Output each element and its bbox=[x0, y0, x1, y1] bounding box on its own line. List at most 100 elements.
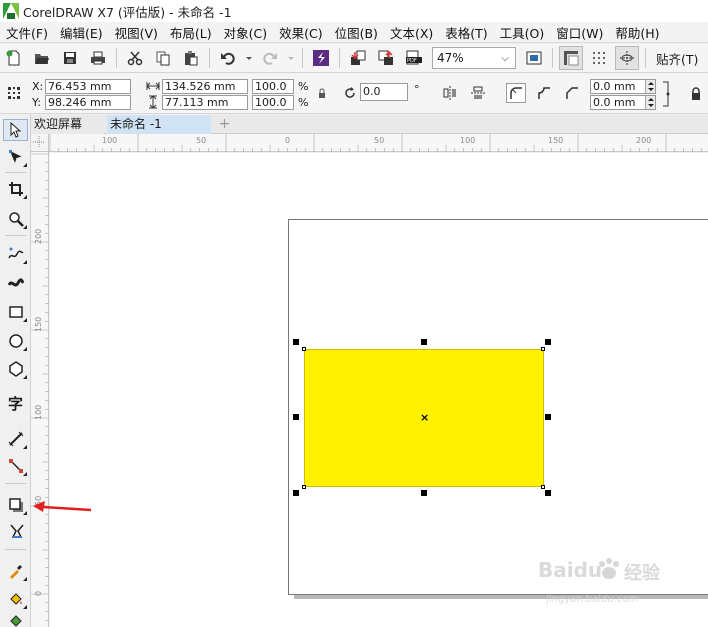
cut-button[interactable] bbox=[123, 46, 147, 70]
menu-file[interactable]: 文件(F) bbox=[0, 23, 54, 42]
height-field[interactable]: 77.113 mm bbox=[162, 95, 248, 110]
corner-radius-bottom-field[interactable]: 0.0 mm bbox=[590, 95, 656, 110]
selection-handle-middle-right[interactable] bbox=[545, 414, 551, 420]
ruler-h-label: 100 bbox=[102, 136, 118, 145]
selection-handle-middle-left[interactable] bbox=[293, 414, 299, 420]
publish-pdf-button[interactable]: PDF bbox=[402, 46, 426, 70]
undo-button[interactable] bbox=[216, 46, 240, 70]
object-origin-icon[interactable] bbox=[4, 83, 24, 103]
y-position-field[interactable]: 98.246 mm bbox=[45, 95, 131, 110]
freehand-tool[interactable] bbox=[3, 243, 28, 265]
horizontal-ruler[interactable]: 100 50 0 50 100 150 200 bbox=[49, 134, 708, 152]
lock-corners-button[interactable] bbox=[686, 84, 706, 104]
snap-to-dropdown[interactable]: 贴齐(T) bbox=[656, 49, 698, 68]
ruler-h-label: 50 bbox=[374, 136, 385, 145]
search-content-button[interactable] bbox=[309, 46, 333, 70]
guidelines-icon bbox=[620, 51, 634, 65]
eyedropper-icon bbox=[9, 565, 22, 579]
selection-handle-top-right[interactable] bbox=[545, 339, 551, 345]
artistic-media-tool[interactable] bbox=[3, 272, 28, 294]
show-rulers-button[interactable] bbox=[559, 46, 583, 70]
corner-lock-button[interactable] bbox=[660, 79, 672, 109]
tab-welcome-screen[interactable]: 欢迎屏幕 bbox=[31, 115, 104, 134]
selection-handle-top-middle[interactable] bbox=[421, 339, 427, 345]
rectangle-tool[interactable] bbox=[3, 301, 28, 323]
interactive-fill-tool[interactable] bbox=[3, 588, 28, 610]
rotation-angle-field[interactable]: 0.0 bbox=[360, 83, 408, 101]
pick-tool[interactable] bbox=[3, 119, 28, 141]
drop-shadow-tool[interactable] bbox=[3, 494, 28, 516]
print-icon bbox=[91, 51, 105, 65]
parallel-dimension-tool[interactable] bbox=[3, 428, 28, 450]
menu-window[interactable]: 窗口(W) bbox=[550, 23, 609, 42]
chamfered-corner-button[interactable] bbox=[562, 83, 582, 103]
crop-tool[interactable] bbox=[3, 178, 28, 200]
corner-radius-top-field[interactable]: 0.0 mm bbox=[590, 79, 656, 94]
eyedropper-tool[interactable] bbox=[3, 560, 28, 582]
zoom-tool[interactable] bbox=[3, 208, 28, 230]
menu-object[interactable]: 对象(C) bbox=[218, 23, 273, 42]
mirror-horizontal-button[interactable] bbox=[440, 83, 460, 103]
add-tab-button[interactable]: + bbox=[213, 115, 233, 134]
spinner-arrows-icon[interactable] bbox=[645, 96, 655, 109]
mirror-vertical-button[interactable] bbox=[468, 83, 488, 103]
round-corner-button[interactable] bbox=[506, 83, 526, 103]
menu-view[interactable]: 视图(V) bbox=[109, 23, 164, 42]
x-position-field[interactable]: 76.453 mm bbox=[45, 79, 131, 94]
menu-bitmaps[interactable]: 位图(B) bbox=[329, 23, 384, 42]
full-screen-preview-button[interactable] bbox=[522, 46, 546, 70]
export-button[interactable] bbox=[374, 46, 398, 70]
lock-ratio-button[interactable] bbox=[312, 84, 332, 104]
selection-handle-bottom-right[interactable] bbox=[545, 490, 551, 496]
selection-handle-top-left[interactable] bbox=[293, 339, 299, 345]
undo-dropdown-button[interactable] bbox=[244, 46, 254, 70]
import-button[interactable] bbox=[346, 46, 370, 70]
corner-node-top-left[interactable] bbox=[302, 347, 306, 351]
menu-effects[interactable]: 效果(C) bbox=[273, 23, 328, 42]
redo-dropdown-button[interactable] bbox=[286, 46, 296, 70]
selection-handle-bottom-middle[interactable] bbox=[421, 490, 427, 496]
connector-tool[interactable] bbox=[3, 455, 28, 477]
rotation-center-marker-icon[interactable]: × bbox=[420, 412, 429, 423]
transparency-tool[interactable] bbox=[3, 520, 28, 542]
scale-y-field[interactable]: 100.0 bbox=[252, 95, 294, 110]
menu-edit[interactable]: 编辑(E) bbox=[54, 23, 109, 42]
show-grid-button[interactable] bbox=[587, 46, 611, 70]
menu-help[interactable]: 帮助(H) bbox=[609, 23, 665, 42]
vertical-ruler[interactable]: 200 150 100 50 0 bbox=[31, 152, 49, 627]
menu-layout[interactable]: 布局(L) bbox=[164, 23, 218, 42]
redo-button[interactable] bbox=[258, 46, 282, 70]
polygon-tool[interactable] bbox=[3, 358, 28, 380]
scalloped-corner-button[interactable] bbox=[534, 83, 554, 103]
spinner-arrows-icon[interactable] bbox=[645, 80, 655, 93]
menu-tools[interactable]: 工具(O) bbox=[494, 23, 551, 42]
selection-handle-bottom-left[interactable] bbox=[293, 490, 299, 496]
print-button[interactable] bbox=[86, 46, 110, 70]
width-field[interactable]: 134.526 mm bbox=[162, 79, 248, 94]
scale-x-field[interactable]: 100.0 bbox=[252, 79, 294, 94]
menu-text[interactable]: 文本(X) bbox=[384, 23, 439, 42]
open-button[interactable] bbox=[30, 46, 54, 70]
corner-node-top-right[interactable] bbox=[541, 347, 545, 351]
scissors-icon bbox=[127, 51, 143, 66]
smart-fill-tool[interactable] bbox=[3, 611, 28, 627]
ruler-v-label: 100 bbox=[34, 404, 43, 420]
show-guidelines-button[interactable] bbox=[615, 46, 639, 70]
smart-fill-icon bbox=[9, 615, 22, 627]
text-tool[interactable]: 字 bbox=[3, 392, 28, 414]
toolbox-separator bbox=[5, 235, 26, 236]
paste-button[interactable] bbox=[179, 46, 203, 70]
rotate-icon bbox=[345, 87, 355, 98]
shape-tool[interactable] bbox=[3, 146, 28, 168]
corner-node-bottom-right[interactable] bbox=[541, 485, 545, 489]
ellipse-tool[interactable] bbox=[3, 330, 28, 352]
zoom-level-select[interactable]: 47% ⌵ bbox=[432, 47, 516, 69]
corner-node-bottom-left[interactable] bbox=[302, 485, 306, 489]
copy-button[interactable] bbox=[151, 46, 175, 70]
tab-document[interactable]: 未命名 -1 bbox=[107, 115, 211, 134]
menu-table[interactable]: 表格(T) bbox=[439, 23, 493, 42]
save-button[interactable] bbox=[58, 46, 82, 70]
ruler-origin[interactable] bbox=[31, 134, 49, 152]
ruler-origin-icon bbox=[33, 136, 45, 148]
new-document-button[interactable] bbox=[2, 46, 26, 70]
